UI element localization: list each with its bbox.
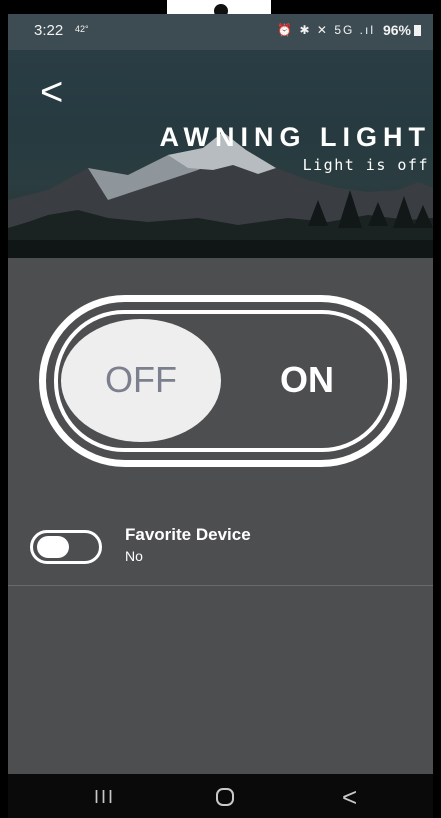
favorite-device-value: No xyxy=(125,548,143,564)
status-temperature: 42° xyxy=(75,24,89,34)
app-screen: 3:22 42° ⏰ ✱ ✕ 5G .ıl 96% < AWNING LIGHT… xyxy=(8,14,433,774)
battery-indicator: 96% xyxy=(383,22,421,38)
status-time: 3:22 xyxy=(34,22,64,39)
header-banner: < AWNING LIGHT Light is off xyxy=(8,50,433,258)
recents-icon[interactable]: III xyxy=(94,787,115,808)
off-label[interactable]: OFF xyxy=(61,359,221,401)
status-icons: ⏰ ✱ ✕ 5G .ıl xyxy=(277,23,375,37)
device-status-subtitle: Light is off xyxy=(302,156,429,174)
section-divider xyxy=(8,585,433,586)
battery-percent: 96% xyxy=(382,22,411,38)
favorite-device-label: Favorite Device xyxy=(125,525,251,544)
back-button[interactable]: < xyxy=(40,72,74,116)
system-nav-bar: III < xyxy=(8,774,433,818)
status-bar: 3:22 42° ⏰ ✱ ✕ 5G .ıl 96% xyxy=(8,14,433,50)
favorite-toggle[interactable] xyxy=(30,530,102,564)
device-title: AWNING LIGHT xyxy=(159,122,431,152)
favorite-toggle-knob xyxy=(37,536,69,558)
back-icon[interactable]: < xyxy=(342,782,357,813)
back-arrow-icon: < xyxy=(40,70,64,114)
home-icon[interactable] xyxy=(216,788,234,806)
battery-icon xyxy=(414,25,421,36)
phone-frame: 3:22 42° ⏰ ✱ ✕ 5G .ıl 96% < AWNING LIGHT… xyxy=(0,0,441,818)
on-label[interactable]: ON xyxy=(262,359,352,401)
